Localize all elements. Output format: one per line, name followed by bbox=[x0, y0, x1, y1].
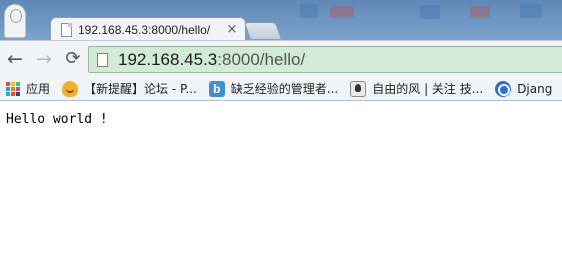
apps-dot bbox=[16, 91, 20, 96]
blog-icon: b bbox=[208, 80, 225, 97]
apps-dot bbox=[11, 86, 15, 91]
address-bar[interactable]: 192.168.45.3:8000/hello/ bbox=[88, 46, 562, 73]
bookmark-label: 缺乏经验的管理者... bbox=[230, 82, 339, 96]
tab-close-icon[interactable]: × bbox=[225, 23, 239, 37]
toolbar: ← → ⟳ 192.168.45.3:8000/hello/ bbox=[0, 40, 562, 77]
bookmark-label: 自由的风 | 关注 技... bbox=[372, 82, 484, 96]
bookmark-label: 应用 bbox=[26, 82, 51, 96]
django-icon bbox=[495, 80, 512, 97]
apps-dot bbox=[11, 81, 15, 86]
forward-button[interactable]: → bbox=[33, 48, 55, 70]
tab-title: 192.168.45.3:8000/hello/ bbox=[78, 23, 211, 37]
apps-dot bbox=[11, 91, 15, 96]
bookmarks-bar: 应用 【新提醒】论坛 - P... b 缺乏经验的管理者... 自由的风 | 关… bbox=[0, 77, 562, 101]
background-decoration bbox=[470, 6, 490, 18]
bookmark-blog[interactable]: b 缺乏经验的管理者... bbox=[203, 78, 344, 100]
reload-button[interactable]: ⟳ bbox=[62, 48, 84, 70]
url-host: 192.168.45.3 bbox=[118, 49, 218, 69]
background-decoration bbox=[330, 6, 354, 18]
apps-dot bbox=[16, 81, 20, 86]
profile-avatar-icon[interactable] bbox=[4, 4, 26, 38]
apps-dot bbox=[16, 86, 20, 91]
page-icon bbox=[97, 52, 108, 67]
apps-dot bbox=[6, 81, 10, 86]
background-decoration bbox=[420, 5, 440, 19]
background-decoration bbox=[520, 4, 542, 18]
apps-dot bbox=[6, 91, 10, 96]
url-path: :8000/hello/ bbox=[217, 49, 306, 69]
bookmark-apps[interactable]: 应用 bbox=[0, 78, 56, 100]
bookmark-label: 【新提醒】论坛 - P... bbox=[84, 82, 197, 96]
avatar-icon bbox=[350, 80, 367, 97]
bookmark-forum[interactable]: 【新提醒】论坛 - P... bbox=[56, 78, 203, 100]
back-button[interactable]: ← bbox=[4, 48, 26, 70]
url-text[interactable]: 192.168.45.3:8000/hello/ bbox=[118, 50, 305, 70]
background-decoration bbox=[300, 4, 318, 18]
tab-strip: 192.168.45.3:8000/hello/ × bbox=[0, 0, 562, 40]
apps-dot bbox=[6, 86, 10, 91]
apps-icon bbox=[6, 81, 20, 96]
bookmark-django[interactable]: Djang bbox=[489, 78, 558, 100]
tab-active[interactable]: 192.168.45.3:8000/hello/ × bbox=[50, 17, 246, 40]
new-tab-button[interactable] bbox=[243, 22, 283, 40]
page-content: Hello world ! bbox=[0, 102, 562, 258]
forum-icon bbox=[62, 80, 79, 97]
bookmark-label: Djang bbox=[517, 81, 553, 96]
bookmark-free-wind[interactable]: 自由的风 | 关注 技... bbox=[344, 78, 489, 100]
page-favicon-icon bbox=[61, 23, 72, 37]
page-body-text: Hello world ! bbox=[6, 112, 108, 127]
